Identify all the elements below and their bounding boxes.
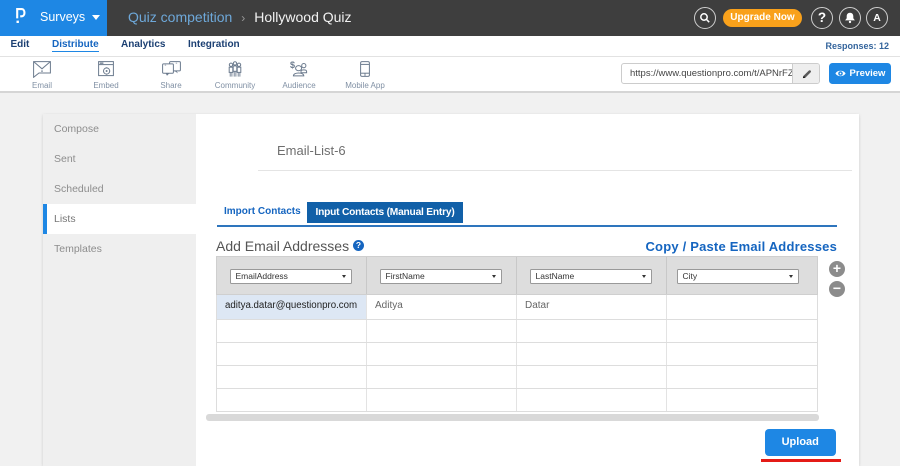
svg-text:$: $ — [290, 61, 295, 70]
